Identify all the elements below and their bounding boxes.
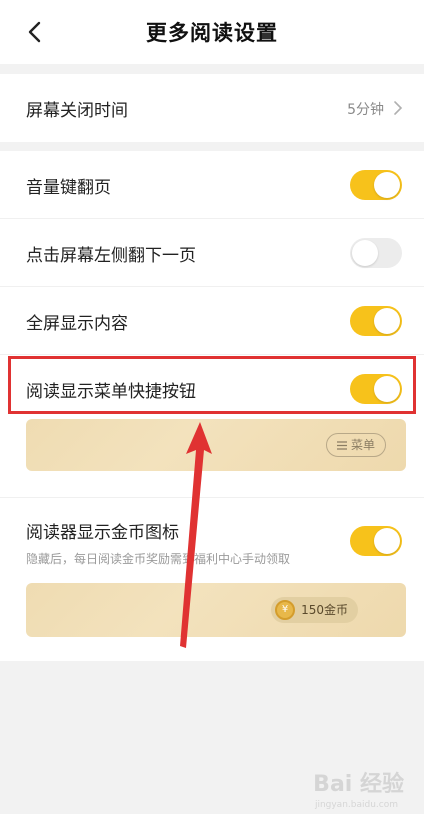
screen-timeout-row[interactable]: 屏幕关闭时间 5分钟 — [0, 74, 424, 142]
menu-pill-label: 菜单 — [350, 438, 375, 452]
setting-row-fullscreen: 全屏显示内容 — [0, 287, 424, 355]
setting-row-volume-page: 音量键翻页 — [0, 151, 424, 219]
toggle-knob — [374, 376, 400, 402]
coin-pill: ¥ 150金币 — [271, 597, 358, 623]
toggle-knob — [374, 172, 400, 198]
arrow-up-icon — [180, 422, 212, 648]
page-title: 更多阅读设置 — [146, 21, 278, 45]
header-bar: 更多阅读设置 — [0, 0, 424, 64]
setting-label: 音量键翻页 — [26, 178, 111, 198]
screen-timeout-value: 5分钟 — [347, 102, 384, 118]
menu-shortcut-toggle[interactable] — [350, 374, 402, 404]
toggle-knob — [374, 308, 400, 334]
toggle-knob — [352, 240, 378, 266]
setting-label: 全屏显示内容 — [26, 314, 128, 334]
setting-row-menu-shortcut: 阅读显示菜单快捷按钮 — [0, 355, 424, 423]
volume-page-toggle[interactable] — [350, 170, 402, 200]
fullscreen-toggle[interactable] — [350, 306, 402, 336]
menu-lines-icon — [336, 440, 347, 450]
coin-icon-toggle[interactable] — [350, 526, 402, 556]
watermark-logo: Bai 经验 — [313, 772, 404, 797]
coin-icon: ¥ — [275, 600, 296, 620]
chevron-right-icon — [394, 101, 403, 115]
tap-left-toggle[interactable] — [350, 238, 402, 268]
setting-row-tap-left: 点击屏幕左侧翻下一页 — [0, 219, 424, 287]
menu-pill: 菜单 — [325, 433, 386, 457]
screen-timeout-card: 屏幕关闭时间 5分钟 — [0, 74, 424, 142]
coin-setting-description: 隐藏后，每日阅读金币奖励需到福利中心手动领取 — [26, 552, 291, 566]
coin-amount: 150金币 — [301, 603, 348, 617]
watermark-url: jingyan.baidu.com — [314, 800, 398, 810]
setting-label: 点击屏幕左侧翻下一页 — [26, 246, 196, 266]
setting-label: 阅读显示菜单快捷按钮 — [26, 382, 196, 402]
screen-timeout-label: 屏幕关闭时间 — [26, 101, 128, 121]
toggle-knob — [374, 528, 400, 554]
setting-label: 阅读器显示金币图标 — [26, 523, 179, 543]
